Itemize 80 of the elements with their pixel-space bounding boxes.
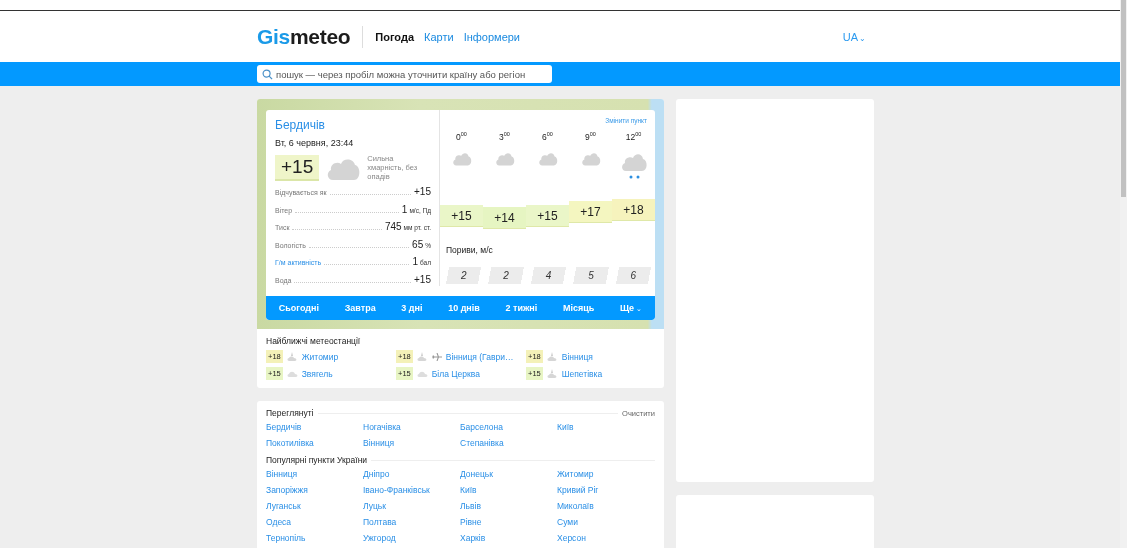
hour-label: 6$^{00}$ <box>542 131 553 142</box>
gust-value: 2 <box>488 267 524 284</box>
partly-cloudy-icon <box>546 369 558 378</box>
hour-label: 0$^{00}$ <box>456 131 467 142</box>
city-link[interactable]: Донецьк <box>460 469 557 480</box>
param-value: +15 <box>414 273 431 285</box>
language-selector[interactable]: UA⌄ <box>842 30 866 43</box>
city-link[interactable]: Тернопіль <box>266 533 363 544</box>
hour-temperature: +17 <box>569 201 612 223</box>
city-link[interactable]: Львів <box>460 501 557 512</box>
nav-link[interactable]: Карти <box>424 30 454 43</box>
cloud-icon <box>286 370 298 377</box>
hour-temperature: +14 <box>483 207 526 229</box>
city-link[interactable]: Запоріжжя <box>266 485 363 496</box>
station-link[interactable]: Вінниця (Гаври… <box>445 351 514 362</box>
param-value: 1 <box>401 203 408 215</box>
param-value: 745 <box>384 221 402 232</box>
gust-value: 2 <box>446 267 482 284</box>
city-link[interactable]: Рівне <box>460 517 557 528</box>
station-link[interactable]: Біла Церква <box>431 368 480 379</box>
gusts-title: Пориви, м/с <box>446 245 494 255</box>
city-link[interactable]: Кривий Ріг <box>557 485 654 496</box>
gust-value: 5 <box>573 267 609 284</box>
city-link[interactable]: Херсон <box>557 533 654 544</box>
current-temperature: +15 <box>275 154 320 181</box>
partly-cloudy-icon <box>416 352 428 361</box>
city-link[interactable]: Івано-Франківськ <box>363 485 460 496</box>
city-link[interactable]: Степанівка <box>460 438 557 449</box>
station-link[interactable]: Звягель <box>301 368 333 379</box>
forecast-tab[interactable]: 10 днів <box>448 303 480 313</box>
forecast-tab[interactable]: 2 тижні <box>505 303 538 313</box>
section-title: Найближчі метеостанції <box>266 336 362 346</box>
city-link[interactable]: Вінниця <box>266 469 363 480</box>
city-link[interactable]: Ужгород <box>363 533 460 544</box>
hour-temperature: +15 <box>526 205 569 227</box>
hour-temperature: +15 <box>440 205 483 227</box>
gust-value: 6 <box>615 267 652 284</box>
date-time: Вт, 6 червня, 23:44 <box>275 138 355 148</box>
city-link[interactable]: Суми <box>557 517 654 528</box>
nav-link[interactable]: Інформери <box>463 30 520 43</box>
city-link[interactable]: Дніпро <box>363 469 460 480</box>
station-link[interactable]: Вінниця <box>561 351 593 362</box>
forecast-tab[interactable]: 3 дні <box>401 303 423 313</box>
logo[interactable]: Gismeteo <box>257 24 351 49</box>
hour-temperature: +18 <box>612 199 655 221</box>
city-link[interactable]: Київ <box>460 485 557 496</box>
partly-cloudy-icon <box>286 352 298 361</box>
hour-label: 12$^{00}$ <box>625 131 642 142</box>
search-icon <box>262 68 273 80</box>
city-link[interactable]: Луганськ <box>266 501 363 512</box>
city-link[interactable]: Житомир <box>557 469 654 480</box>
param-value: +15 <box>414 186 431 197</box>
city-link[interactable]: Одеса <box>266 517 363 528</box>
station-link[interactable]: Житомир <box>301 351 339 362</box>
city-link[interactable]: Бердичів <box>275 118 325 132</box>
city-link[interactable]: Харків <box>460 533 557 544</box>
forecast-tab[interactable]: Місяць <box>562 303 595 313</box>
section-title: Переглянуті <box>266 408 314 418</box>
city-link[interactable]: Ногачівка <box>363 422 460 433</box>
city-link[interactable]: Миколаїв <box>557 501 654 512</box>
forecast-tab[interactable]: Завтра <box>344 303 376 313</box>
search-field[interactable]: пошук — через пробіл можна уточнити країну або регіон <box>257 65 552 83</box>
gust-value: 4 <box>530 267 567 284</box>
city-link[interactable]: Бердичів <box>266 422 363 433</box>
station-link[interactable]: Шепетівка <box>561 368 603 379</box>
hour-label: 9$^{00}$ <box>585 131 596 142</box>
param-value: 1 <box>412 256 418 267</box>
city-link[interactable]: Вінниця <box>363 438 460 449</box>
city-link[interactable]: Київ <box>557 422 654 433</box>
partly-cloudy-icon <box>546 352 558 361</box>
cloud-icon <box>416 370 428 377</box>
forecast-tab[interactable]: Сьогодні <box>278 303 320 313</box>
city-link[interactable]: Луцьк <box>363 501 460 512</box>
param-value: 65 <box>412 238 424 250</box>
hour-label: 3$^{00}$ <box>499 131 510 142</box>
section-title: Популярні пункти України <box>266 455 368 465</box>
city-link[interactable]: Покотилівка <box>266 438 363 449</box>
city-link[interactable]: Полтава <box>363 517 460 528</box>
city-link[interactable]: Барселона <box>460 422 557 433</box>
nav-link[interactable]: Погода <box>375 30 415 43</box>
